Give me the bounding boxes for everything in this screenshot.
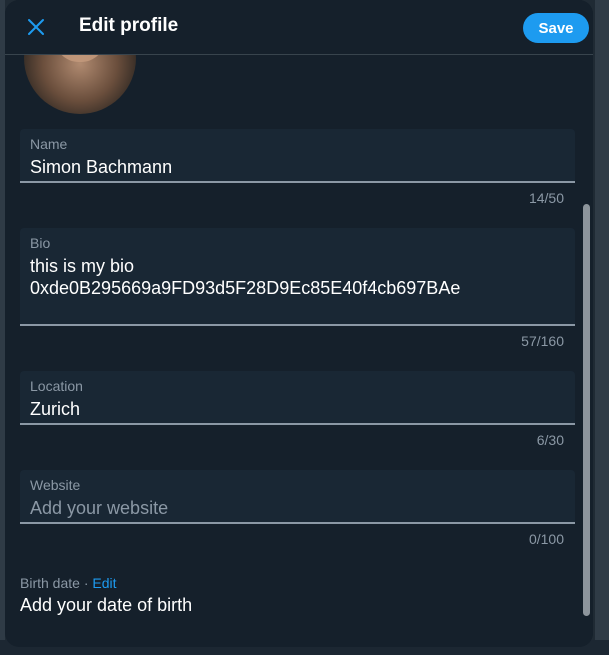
dialog-title: Edit profile	[79, 15, 179, 36]
close-icon	[28, 19, 44, 35]
bio-label: Bio	[30, 235, 51, 251]
dialog-content: Name Simon Bachmann 14/50 Bio this is my…	[5, 2, 593, 647]
dialog-header: Edit profile Save	[5, 0, 593, 55]
website-counter: 0/100	[528, 531, 564, 547]
edit-profile-dialog: Edit profile Save Name Simon Bachmann 14…	[5, 0, 593, 647]
website-input[interactable]: Add your website	[30, 497, 168, 519]
name-input[interactable]: Simon Bachmann	[30, 156, 172, 178]
close-button[interactable]	[21, 12, 51, 42]
website-label: Website	[30, 477, 81, 493]
background-timeline-right	[595, 0, 609, 655]
birth-date-label-text: Birth date ·	[20, 575, 93, 591]
location-counter: 6/30	[536, 432, 564, 448]
birth-date-edit-link[interactable]: Edit	[92, 575, 116, 591]
name-label: Name	[30, 136, 68, 152]
birth-date-value: Add your date of birth	[20, 595, 193, 615]
location-input[interactable]: Zurich	[30, 398, 80, 420]
scrollbar-thumb[interactable]	[583, 204, 590, 616]
location-label: Location	[30, 378, 83, 394]
location-field[interactable]: Location Zurich	[20, 371, 575, 425]
bio-textarea[interactable]: this is my bio 0xde0B295669a9FD93d5F28D9…	[30, 255, 460, 299]
bio-counter: 57/160	[521, 333, 564, 349]
save-button[interactable]: Save	[523, 13, 589, 43]
birth-date-label: Birth date · Edit	[20, 575, 117, 591]
website-field[interactable]: Website Add your website	[20, 470, 575, 524]
name-counter: 14/50	[528, 190, 564, 206]
bio-field[interactable]: Bio this is my bio 0xde0B295669a9FD93d5F…	[20, 228, 575, 326]
name-field[interactable]: Name Simon Bachmann	[20, 129, 575, 183]
scrollbar[interactable]	[580, 55, 593, 647]
